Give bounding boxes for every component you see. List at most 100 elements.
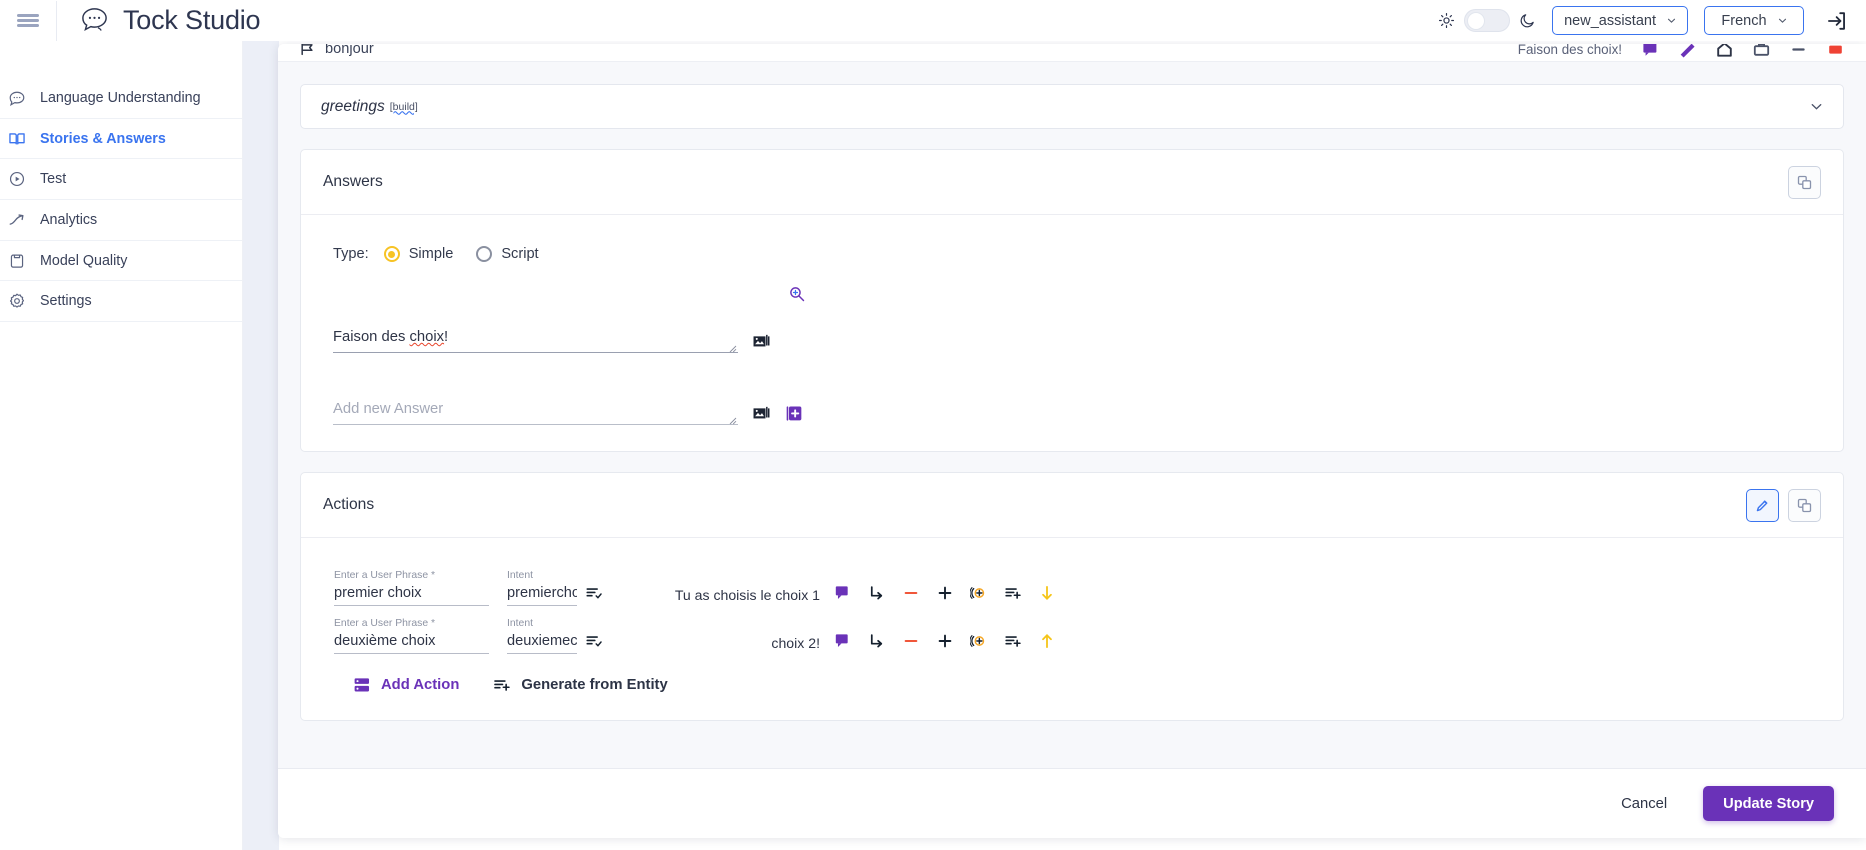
add-box-icon[interactable]: [785, 404, 804, 425]
theme-toggle-switch[interactable]: [1464, 9, 1511, 32]
user-phrase-field[interactable]: Enter a User Phrase * deuxième choix: [334, 618, 489, 654]
new-answer-input[interactable]: Add new Answer: [333, 401, 738, 425]
theme-toggle-group: [1438, 9, 1536, 32]
book-icon: [8, 130, 26, 148]
message-icon[interactable]: [1642, 44, 1659, 58]
clipped-answer-label: Faison des choix!: [1517, 44, 1622, 57]
answer-type-row: Type: Simple Script: [333, 241, 1821, 267]
intent-value[interactable]: deuxiemechoix: [507, 633, 577, 654]
clipped-story-actions: Faison des choix!: [1518, 44, 1844, 58]
action-row: Enter a User Phrase * premier choix Inte…: [321, 558, 1821, 606]
list-check-icon[interactable]: [577, 628, 611, 654]
assistant-selector[interactable]: new_assistant: [1552, 6, 1688, 35]
sidebar-item-analytics[interactable]: Analytics: [0, 200, 242, 241]
zoom-in-icon[interactable]: [788, 285, 806, 303]
sidebar-item-test[interactable]: Test: [0, 159, 242, 201]
radio-simple-label[interactable]: Simple: [409, 246, 454, 262]
user-phrase-value[interactable]: deuxième choix: [334, 633, 489, 654]
chat-bubble-icon: [8, 89, 26, 107]
sidebar-item-stories-answers[interactable]: Stories & Answers: [0, 119, 242, 160]
list-plus-icon[interactable]: [996, 580, 1030, 606]
add-circle-icon[interactable]: [962, 628, 996, 654]
actions-card-header: Actions: [301, 473, 1843, 538]
radio-script-label[interactable]: Script: [501, 246, 538, 262]
list-plus-icon[interactable]: [996, 628, 1030, 654]
clipped-story-row: bonjour Faison des choix!: [278, 44, 1866, 62]
add-action-button[interactable]: Add Action: [353, 676, 459, 694]
clipboard-icon: [8, 252, 26, 270]
copy-answers-button[interactable]: [1788, 165, 1821, 199]
generate-from-entity-button[interactable]: Generate from Entity: [493, 676, 668, 694]
update-story-button[interactable]: Update Story: [1703, 786, 1834, 821]
intent-value[interactable]: premierchoix: [507, 585, 577, 606]
answer-textarea[interactable]: Faison des choix!: [333, 329, 738, 353]
sidebar-item-label: Model Quality: [40, 252, 128, 269]
cancel-button[interactable]: Cancel: [1615, 795, 1673, 813]
copy-icon: [1797, 498, 1812, 513]
arrow-down-icon[interactable]: [1030, 580, 1064, 606]
sidebar-item-model-quality[interactable]: Model Quality: [0, 241, 242, 282]
home-icon[interactable]: [1716, 44, 1733, 58]
user-phrase-label: Enter a User Phrase *: [334, 570, 436, 581]
story-intent-select[interactable]: greetings [build]: [300, 84, 1844, 129]
user-phrase-label: Enter a User Phrase *: [334, 618, 436, 629]
language-selector-value: French: [1721, 12, 1767, 29]
new-answer-textarea-wrap[interactable]: Add new Answer: [333, 401, 738, 425]
sidebar-item-label: Test: [40, 171, 67, 188]
user-phrase-value[interactable]: premier choix: [334, 585, 489, 606]
app-title: Tock Studio: [123, 5, 261, 35]
resize-handle-icon[interactable]: [729, 412, 737, 425]
plus-icon[interactable]: [928, 580, 962, 606]
minus-icon[interactable]: [1790, 44, 1807, 58]
sidebar-item-settings[interactable]: Settings: [0, 281, 242, 323]
assistant-selector-value: new_assistant: [1564, 12, 1656, 29]
logout-icon[interactable]: [1820, 10, 1848, 32]
arrow-return-icon[interactable]: [860, 628, 894, 654]
intent-field[interactable]: Intent deuxiemechoix: [507, 618, 577, 654]
message-icon[interactable]: [826, 580, 860, 606]
answer-text-suffix: !: [444, 329, 449, 345]
sidebar-item-label: Stories & Answers: [40, 130, 166, 147]
sidebar-item-language-understanding[interactable]: Language Understanding: [0, 78, 242, 119]
chevron-down-icon: [1810, 100, 1823, 113]
generate-from-entity-label: Generate from Entity: [521, 677, 668, 693]
sun-icon: [1438, 12, 1455, 29]
sidebar: Language Understanding Stories & Answers…: [0, 41, 243, 850]
minus-icon[interactable]: [894, 580, 928, 606]
image-icon[interactable]: [752, 404, 771, 425]
answer-row-existing: Faison des choix!: [333, 329, 1821, 353]
actions-card-body: Enter a User Phrase * premier choix Inte…: [301, 538, 1843, 720]
delete-icon[interactable]: [1827, 44, 1844, 58]
resize-handle-icon[interactable]: [729, 340, 737, 353]
plus-icon[interactable]: [928, 628, 962, 654]
pencil-icon[interactable]: [1679, 44, 1696, 58]
briefcase-icon[interactable]: [1753, 44, 1770, 58]
image-icon[interactable]: [752, 332, 771, 353]
answer-textarea-wrap[interactable]: Faison des choix!: [333, 329, 738, 353]
intent-field[interactable]: Intent premierchoix: [507, 570, 577, 606]
answers-card-body: Type: Simple Script Faison des choix! Ad…: [301, 215, 1843, 451]
actions-card: Actions Enter a User Phrase * premier ch…: [300, 472, 1844, 721]
answer-row-new: Add new Answer: [333, 401, 1821, 425]
add-circle-icon[interactable]: [962, 580, 996, 606]
intent-label: Intent: [507, 570, 533, 581]
clipped-story-label: bonjour: [325, 44, 374, 57]
list-check-icon[interactable]: [577, 580, 611, 606]
radio-script[interactable]: [476, 246, 493, 262]
message-icon[interactable]: [826, 628, 860, 654]
radio-simple[interactable]: [383, 246, 400, 262]
sidebar-item-label: Analytics: [40, 211, 98, 228]
chevron-down-icon: [1667, 16, 1676, 25]
pencil-icon: [1755, 498, 1770, 513]
edit-actions-button[interactable]: [1746, 488, 1779, 522]
user-phrase-field[interactable]: Enter a User Phrase * premier choix: [334, 570, 489, 606]
arrow-up-icon[interactable]: [1030, 628, 1064, 654]
trending-up-icon: [8, 211, 26, 229]
hamburger-icon[interactable]: [0, 0, 56, 41]
arrow-return-icon[interactable]: [860, 580, 894, 606]
copy-actions-button[interactable]: [1788, 488, 1821, 522]
modal-footer: Cancel Update Story: [278, 768, 1866, 838]
minus-icon[interactable]: [894, 628, 928, 654]
language-selector[interactable]: French: [1704, 6, 1804, 35]
